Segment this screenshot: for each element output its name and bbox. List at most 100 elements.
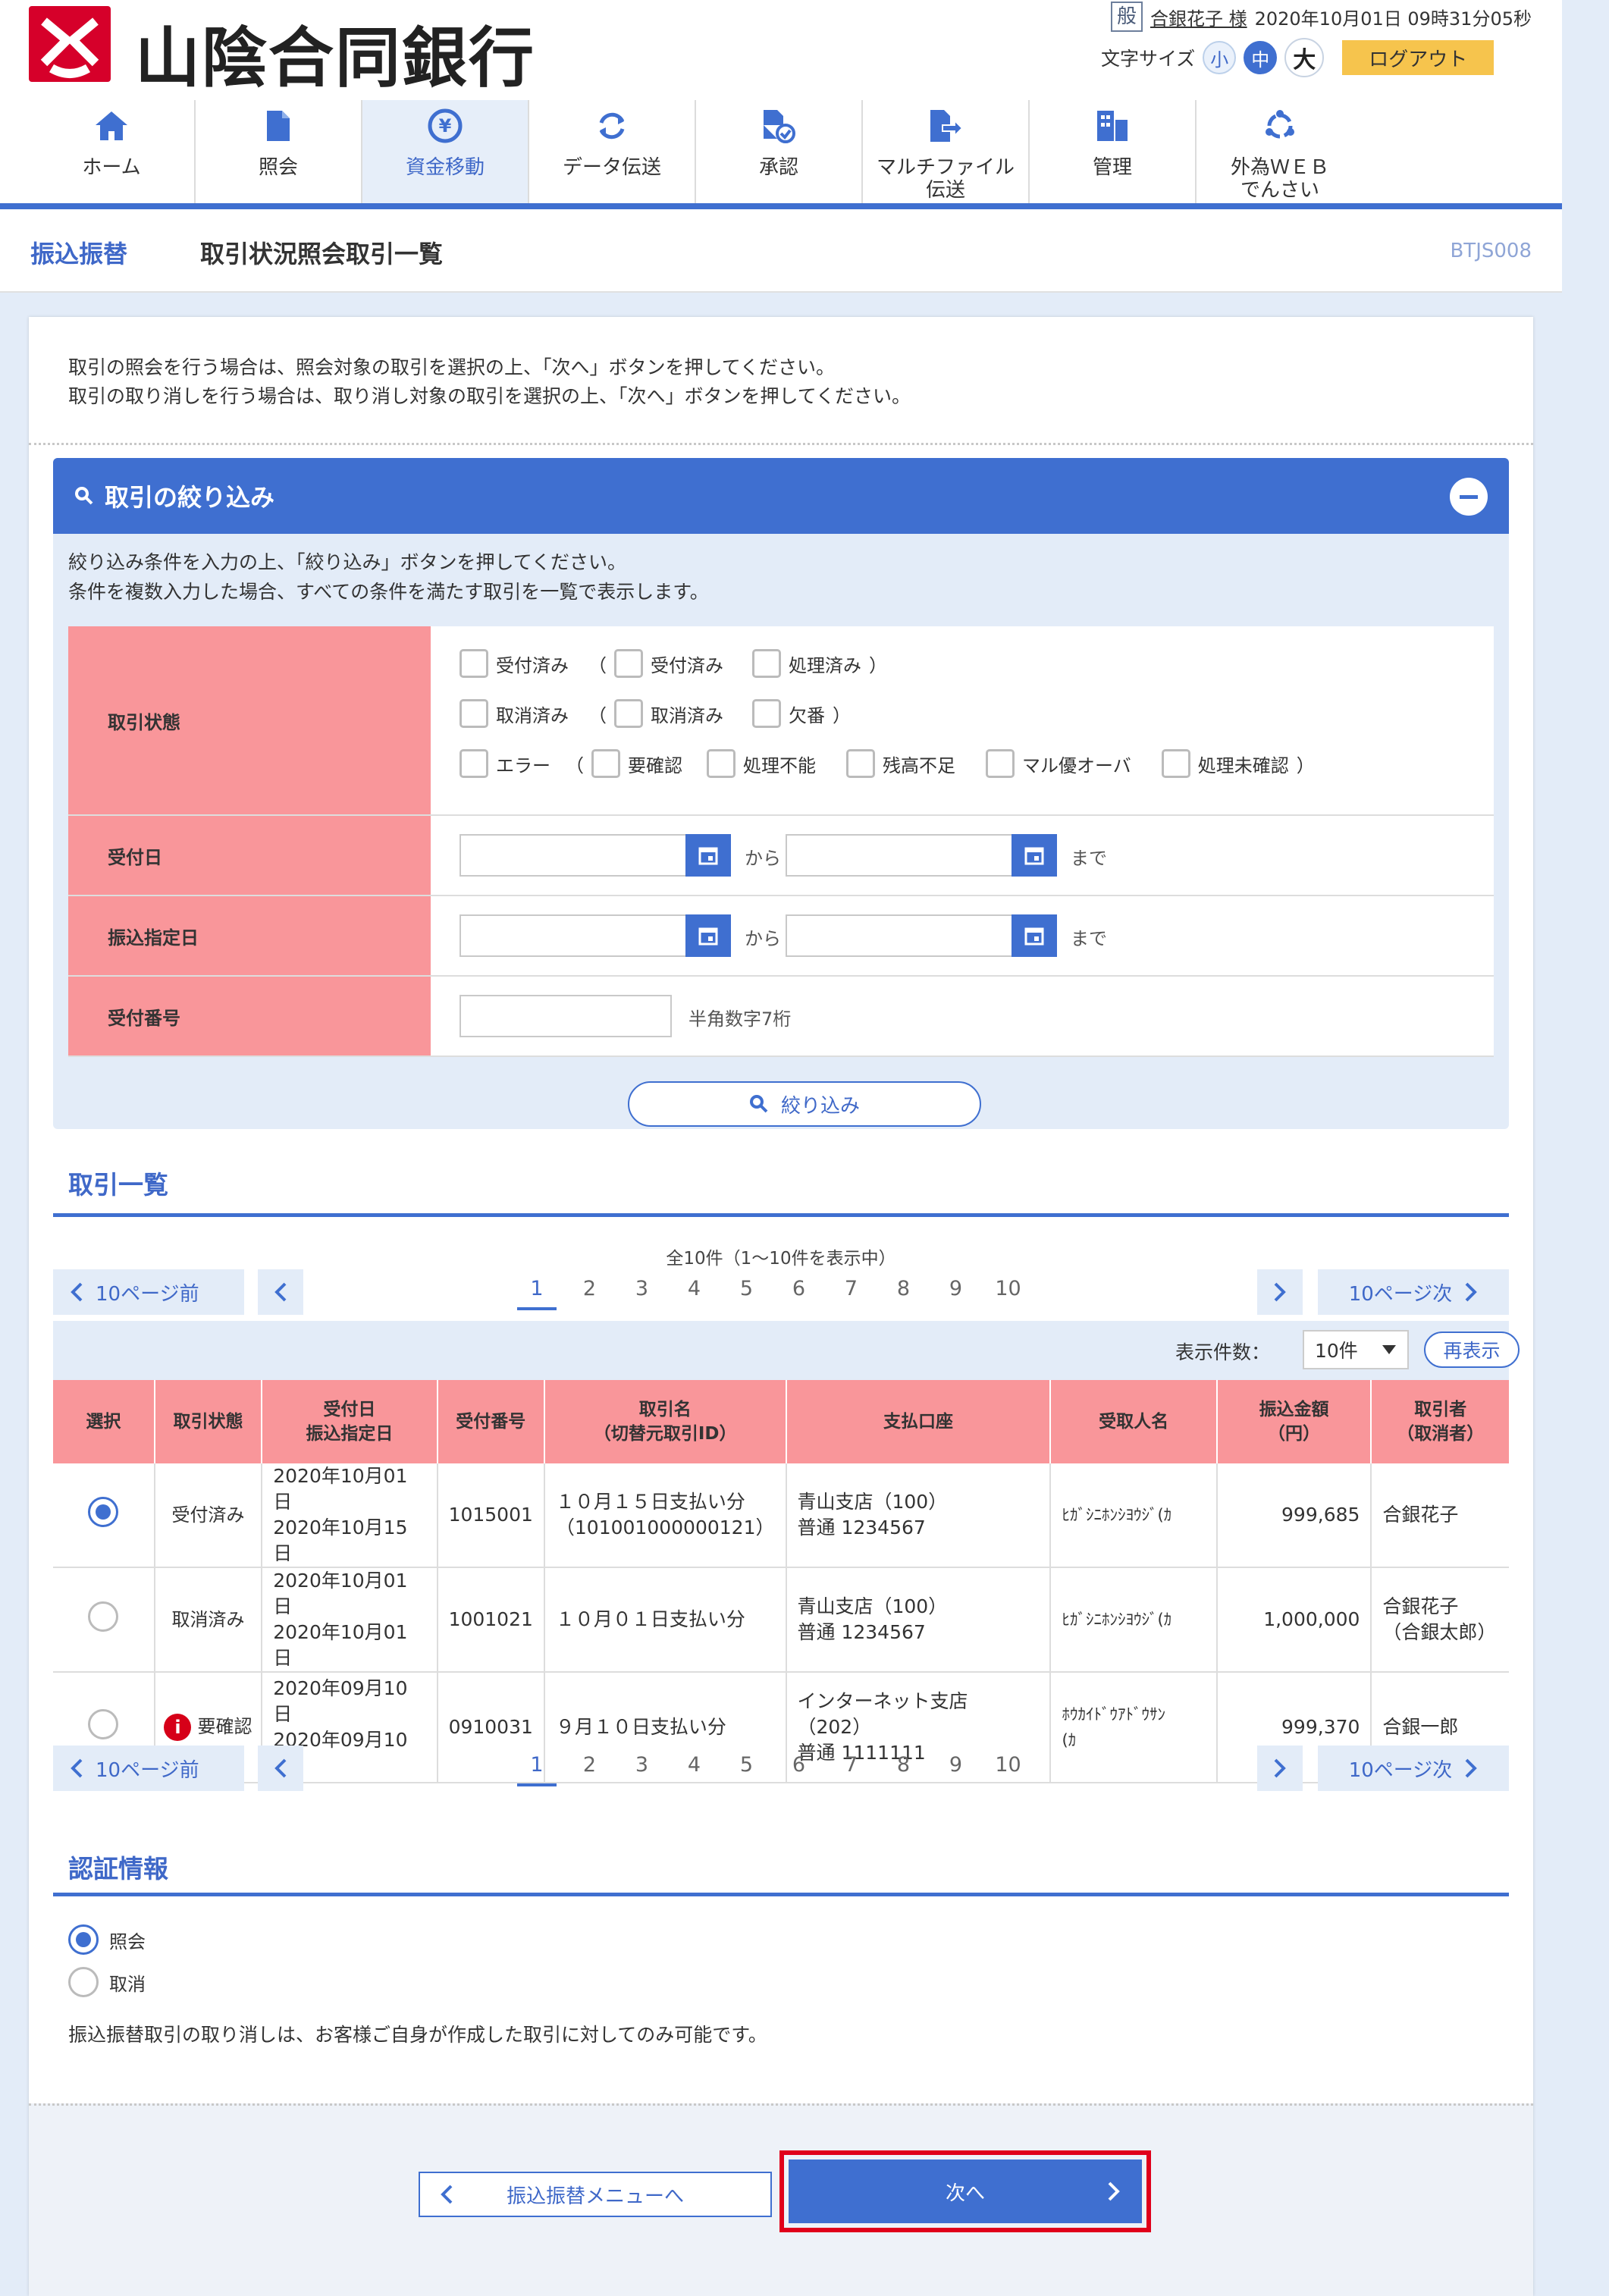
auth-option-inquiry[interactable]: 照会 bbox=[68, 1924, 146, 1955]
table-body: 受付済み 2020年10月01日 2020年10月15日 1015001 １０月１５日支… bbox=[53, 1463, 1509, 1783]
page-link[interactable]: 4 bbox=[668, 1747, 720, 1786]
page-link[interactable]: 3 bbox=[616, 1271, 668, 1310]
page-link[interactable]: 6 bbox=[773, 1747, 825, 1786]
next-page-button[interactable] bbox=[1257, 1269, 1303, 1315]
nav-forex-densai[interactable]: 外為ＷＥＢ でんさい bbox=[1197, 100, 1363, 203]
calendar-icon[interactable] bbox=[1012, 914, 1057, 957]
nav-approval[interactable]: 承認 bbox=[696, 100, 863, 203]
page-link[interactable]: 8 bbox=[877, 1747, 930, 1786]
next-10-pages-button[interactable]: 10ページ次 bbox=[1318, 1746, 1509, 1791]
checkbox-unconfirmed[interactable]: 処理未確認 bbox=[1161, 749, 1289, 778]
nav-home[interactable]: ホーム bbox=[29, 100, 196, 203]
table-row[interactable]: 受付済み 2020年10月01日 2020年10月15日 1015001 １０月１５日支… bbox=[53, 1463, 1509, 1568]
page-link[interactable]: 1 bbox=[517, 1271, 557, 1310]
prev-page-button[interactable] bbox=[258, 1746, 303, 1791]
calendar-icon[interactable] bbox=[1012, 834, 1057, 877]
font-size-large-button[interactable]: 大 bbox=[1284, 38, 1325, 77]
list-title: 取引一覧 bbox=[68, 1170, 168, 1200]
nav-data-transmission[interactable]: データ伝送 bbox=[529, 100, 696, 203]
filter-button[interactable]: 絞り込み bbox=[628, 1081, 981, 1127]
cell-select[interactable] bbox=[53, 1567, 155, 1673]
radio-cancel[interactable] bbox=[68, 1967, 99, 1997]
page-link[interactable]: 7 bbox=[825, 1747, 877, 1786]
collapse-icon[interactable] bbox=[1450, 478, 1488, 516]
filter-label-transfer-date: 振込指定日 bbox=[68, 896, 431, 975]
checkbox-maruyu-over[interactable]: マル優オーバ bbox=[986, 749, 1131, 778]
prev-10-pages-button[interactable]: 10ページ前 bbox=[53, 1746, 244, 1791]
calendar-icon[interactable] bbox=[685, 914, 731, 957]
checkbox-insufficient-balance[interactable]: 残高不足 bbox=[846, 749, 955, 778]
display-count-select[interactable]: 10件 bbox=[1303, 1330, 1409, 1369]
next-button[interactable]: 次へ bbox=[789, 2160, 1142, 2223]
received-date-to-input[interactable] bbox=[786, 834, 1013, 877]
checkbox-cancelled-sub[interactable]: 取消済み bbox=[614, 699, 723, 728]
bank-logo-icon bbox=[29, 6, 111, 82]
chevron-right-icon bbox=[1274, 1758, 1286, 1778]
page-link[interactable]: 9 bbox=[930, 1271, 982, 1310]
page-link[interactable]: 5 bbox=[720, 1747, 773, 1786]
font-size-switcher: 文字サイズ 小 中 大 ログアウト bbox=[1101, 38, 1495, 77]
checkbox-received[interactable]: 受付済み bbox=[459, 649, 569, 678]
prev-10-pages-button[interactable]: 10ページ前 bbox=[53, 1269, 244, 1315]
receipt-no-input[interactable] bbox=[459, 995, 672, 1037]
back-to-menu-button[interactable]: 振込振替メニューへ bbox=[419, 2172, 772, 2217]
calendar-icon[interactable] bbox=[685, 834, 731, 877]
nav-management[interactable]: 管理 bbox=[1030, 100, 1197, 203]
nav-label-line2: でんさい bbox=[1240, 179, 1319, 202]
checkbox-unprocessable[interactable]: 処理不能 bbox=[707, 749, 816, 778]
auth-option-cancel[interactable]: 取消 bbox=[68, 1967, 146, 1997]
transaction-table: 選択 取引状態 受付日 振込指定日 受付番号 取引名 （切替元取引ID） 支払口座 受取人名 振込… bbox=[53, 1380, 1509, 1783]
row-select-radio[interactable] bbox=[88, 1601, 119, 1632]
to-label: まで bbox=[1071, 928, 1107, 949]
table-row[interactable]: 取消済み 2020年10月01日 2020年10月01日 1001021 １０月０１日支… bbox=[53, 1567, 1509, 1673]
cell-select[interactable] bbox=[53, 1463, 155, 1568]
nav-label-line1: 外為ＷＥＢ bbox=[1230, 156, 1329, 179]
checkbox-missing-number[interactable]: 欠番 bbox=[752, 699, 825, 728]
transfer-date-from-input[interactable] bbox=[459, 914, 687, 957]
page-link[interactable]: 9 bbox=[930, 1747, 982, 1786]
page-link[interactable]: 2 bbox=[563, 1747, 616, 1786]
checkbox-cancelled[interactable]: 取消済み bbox=[459, 699, 569, 728]
page-link[interactable]: 10 bbox=[982, 1271, 1034, 1310]
page-link[interactable]: 2 bbox=[563, 1271, 616, 1310]
page-link[interactable]: 5 bbox=[720, 1271, 773, 1310]
next-10-pages-button[interactable]: 10ページ次 bbox=[1318, 1269, 1509, 1315]
checkbox-processed[interactable]: 処理済み bbox=[752, 649, 861, 678]
checkbox-error[interactable]: エラー bbox=[459, 749, 550, 778]
page-link[interactable]: 3 bbox=[616, 1747, 668, 1786]
filter-header[interactable]: 取引の絞り込み bbox=[53, 458, 1509, 534]
main-nav: ホーム 照会 ¥ 資金移動 データ伝送 承認 マルチファイル 伝送 管理 外為Ｗ… bbox=[29, 100, 1363, 205]
page-link[interactable]: 8 bbox=[877, 1271, 930, 1310]
next-page-button[interactable] bbox=[1257, 1746, 1303, 1791]
status-row-3: エラー （ 要確認 処理不能 残高不足 マル優オーバ 処理未確認 ） bbox=[459, 749, 1322, 778]
redisplay-button[interactable]: 再表示 bbox=[1424, 1331, 1520, 1368]
filter-row-transfer-date: 振込指定日 から まで bbox=[68, 896, 1494, 977]
font-size-small-button[interactable]: 小 bbox=[1203, 41, 1237, 74]
prev-page-button[interactable] bbox=[258, 1269, 303, 1315]
page-link[interactable]: 6 bbox=[773, 1271, 825, 1310]
nav-inquiry[interactable]: 照会 bbox=[196, 100, 362, 203]
received-date-from-input[interactable] bbox=[459, 834, 687, 877]
page-link[interactable]: 7 bbox=[825, 1271, 877, 1310]
transfer-date-to-input[interactable] bbox=[786, 914, 1013, 957]
radio-inquiry[interactable] bbox=[68, 1924, 99, 1955]
user-type-badge: 般 bbox=[1110, 2, 1143, 32]
nav-fund-transfer[interactable]: ¥ 資金移動 bbox=[362, 100, 529, 203]
nav-multifile-transmission[interactable]: マルチファイル 伝送 bbox=[863, 100, 1030, 203]
user-name-link[interactable]: 合銀花子 様 bbox=[1150, 4, 1247, 30]
font-size-medium-button[interactable]: 中 bbox=[1244, 41, 1278, 74]
row-select-radio[interactable] bbox=[88, 1708, 119, 1739]
checkbox-received-sub[interactable]: 受付済み bbox=[614, 649, 723, 678]
cell-account: 青山支店（100） 普通 1234567 bbox=[786, 1567, 1052, 1673]
next-button-highlight: 次へ bbox=[779, 2150, 1151, 2232]
page-link[interactable]: 4 bbox=[668, 1271, 720, 1310]
logout-button[interactable]: ログアウト bbox=[1342, 40, 1495, 75]
page-link[interactable]: 1 bbox=[517, 1747, 557, 1786]
cell-account: 青山支店（100） 普通 1234567 bbox=[786, 1463, 1052, 1568]
row-select-radio[interactable] bbox=[88, 1496, 119, 1527]
filter-desc-line: 条件を複数入力した場合、すべての条件を満たす取引を一覧で表示します。 bbox=[68, 581, 709, 603]
nav-label-line2: 伝送 bbox=[925, 179, 965, 202]
page-link[interactable]: 10 bbox=[982, 1747, 1034, 1786]
cell-dates: 2020年10月01日 2020年10月15日 bbox=[262, 1463, 438, 1568]
checkbox-needs-check[interactable]: 要確認 bbox=[591, 749, 682, 778]
